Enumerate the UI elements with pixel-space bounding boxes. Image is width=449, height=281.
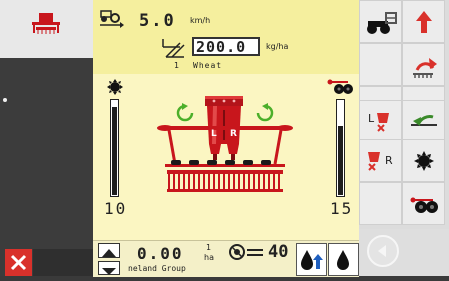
raise-button[interactable] xyxy=(402,0,445,43)
right-side-label: R xyxy=(230,129,237,139)
seed-block-left-icon xyxy=(377,113,389,132)
speed-value: 5.0 xyxy=(139,11,176,31)
machine-icon xyxy=(32,13,60,34)
product-name: Wheat xyxy=(193,61,223,70)
gauge-right-fill xyxy=(338,125,343,195)
hopper-level-gauge-left xyxy=(110,99,119,197)
left-side-label: L xyxy=(211,129,217,139)
seeder-wheels-status-icon xyxy=(327,79,353,94)
fan-status-icon xyxy=(107,79,123,95)
red-up-arrow-icon xyxy=(416,11,432,33)
section-right-label: R xyxy=(385,154,393,167)
area-unit: ha xyxy=(204,253,214,262)
fill-up-button[interactable] xyxy=(296,243,327,276)
tractor-gear-icon xyxy=(367,12,397,34)
seed-arrow-left-icon xyxy=(411,115,437,126)
down-arrow-icon xyxy=(102,268,116,275)
left-bottom-strip xyxy=(33,249,93,276)
back-button[interactable] xyxy=(367,235,399,267)
section-left-button[interactable]: L xyxy=(359,100,402,143)
drop-icon xyxy=(337,250,349,270)
fill-up-icon xyxy=(301,250,323,270)
section-left-label: L xyxy=(368,112,375,125)
rate-unit: kg/ha xyxy=(266,42,289,51)
area-index: 1 xyxy=(206,243,212,252)
up-arrow-icon xyxy=(102,249,116,257)
seeder-wheels-icon xyxy=(410,197,438,213)
gauge-left-fill xyxy=(112,106,117,195)
up-arrow-button[interactable] xyxy=(98,243,120,258)
tramline-value: 40 xyxy=(268,242,289,262)
hopper-level-gauge-right xyxy=(336,99,345,197)
fill-drop-button[interactable] xyxy=(328,243,359,276)
rate-value: 200.0 xyxy=(196,38,247,56)
machine-button[interactable] xyxy=(30,9,62,39)
section-right-button[interactable]: R xyxy=(359,139,402,182)
seed-block-right-icon xyxy=(368,152,380,171)
area-value: 0.00 xyxy=(137,244,184,263)
back-icon xyxy=(378,245,386,257)
tractor-settings-button[interactable] xyxy=(359,0,402,43)
close-icon xyxy=(10,254,27,271)
product-index: 1 xyxy=(174,61,180,70)
close-button[interactable] xyxy=(5,249,32,276)
down-arrow-button[interactable] xyxy=(98,261,120,275)
fan-button[interactable] xyxy=(402,139,445,182)
seed-drill-graphic xyxy=(157,96,293,192)
speed-icon xyxy=(100,10,124,28)
gauge-left-value: 10 xyxy=(104,199,128,218)
seed-arrow-left-button[interactable] xyxy=(402,100,445,143)
tramline-icon xyxy=(229,244,263,260)
gauge-right-value: 15 xyxy=(330,199,354,218)
seeder-arrow-icon xyxy=(413,58,437,78)
company-label: neland Group xyxy=(128,264,186,273)
empty-slot-1 xyxy=(359,43,402,86)
seeder-arrow-button[interactable] xyxy=(402,43,445,86)
seeder-wheels-button[interactable] xyxy=(402,182,445,225)
left-indicator-dot xyxy=(3,98,7,102)
fan-icon xyxy=(414,151,434,171)
application-rate-icon xyxy=(162,39,185,58)
empty-slot-4 xyxy=(359,182,402,225)
speed-unit: km/h xyxy=(190,16,211,25)
